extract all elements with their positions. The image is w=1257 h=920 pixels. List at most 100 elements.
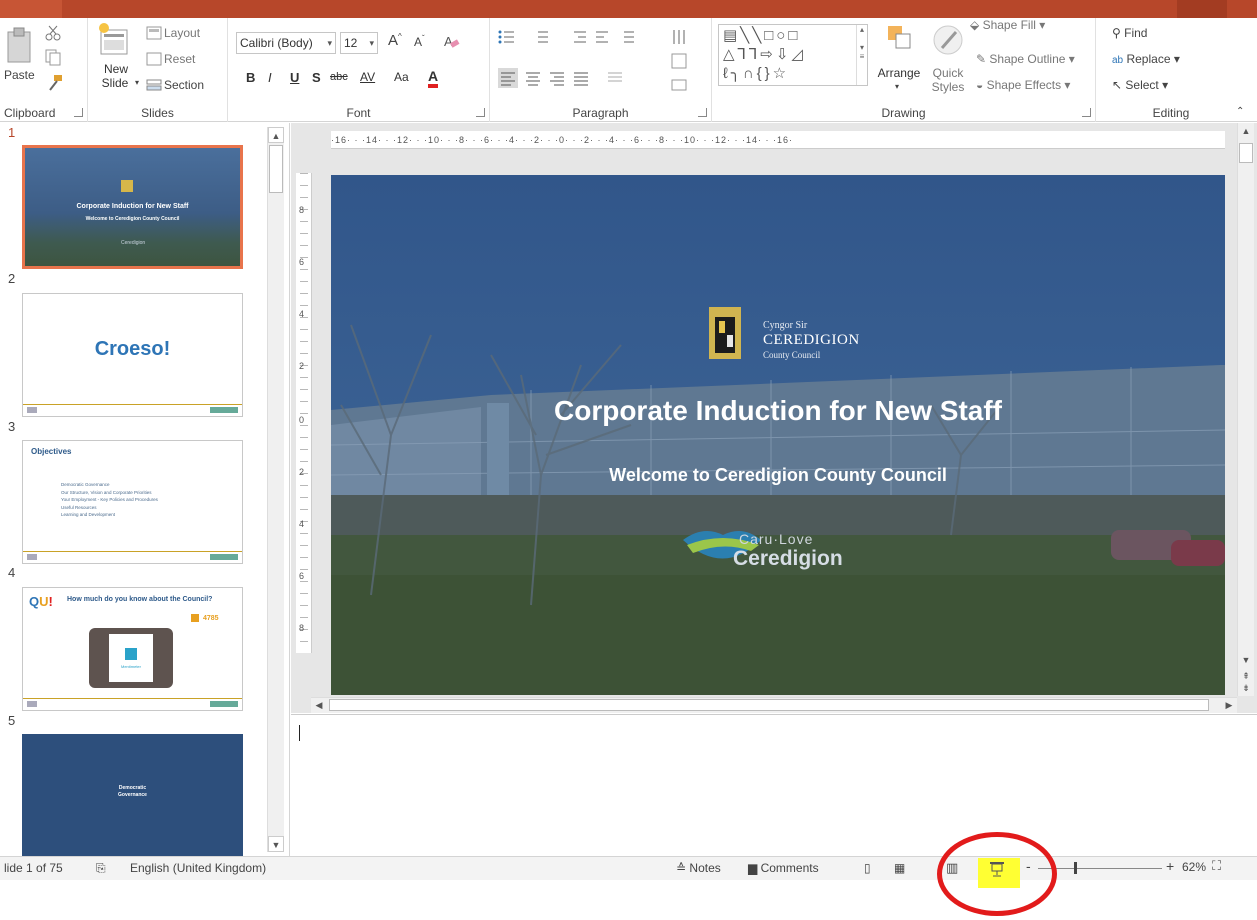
- file-tab[interactable]: [0, 0, 62, 18]
- slide-canvas[interactable]: Cyngor Sir CEREDIGION County Council Cor…: [331, 175, 1225, 695]
- grow-font-icon[interactable]: A^: [388, 32, 402, 49]
- scroll-down-icon[interactable]: ▼: [268, 836, 284, 852]
- brand-line-2: Ceredigion: [733, 547, 843, 570]
- zoom-level[interactable]: 62%: [1182, 860, 1206, 874]
- scroll-left-icon[interactable]: ◀: [311, 698, 327, 713]
- collapse-ribbon-icon[interactable]: ⌃: [1236, 106, 1244, 117]
- scroll-up-icon[interactable]: ▲: [268, 127, 284, 143]
- shape-effects-button[interactable]: ◒ Shape Effects ▾: [976, 78, 1070, 92]
- slide-sorter-icon[interactable]: ▦: [894, 861, 905, 875]
- align-text-icon[interactable]: [670, 76, 688, 94]
- find-button[interactable]: ⚲ Find: [1112, 26, 1147, 40]
- shapes-row-1[interactable]: ▤╲╲□○□: [723, 26, 800, 44]
- slide-thumbnail-2[interactable]: Croeso!: [22, 293, 243, 417]
- quick-styles-label[interactable]: Quick: [928, 66, 968, 80]
- char-spacing-button[interactable]: AV: [360, 70, 375, 84]
- horizontal-scroll-thumb[interactable]: [329, 699, 1209, 711]
- select-button[interactable]: ↖ Select ▾: [1112, 78, 1168, 92]
- shapes-row-3[interactable]: ℓ╮∩{}☆: [723, 64, 789, 82]
- slide-vertical-scrollbar[interactable]: ▲ ▼ ⇞ ⇟: [1237, 123, 1254, 696]
- format-painter-icon[interactable]: [46, 74, 64, 92]
- align-buttons-row[interactable]: [498, 68, 648, 88]
- notes-icon: ≙: [676, 861, 687, 875]
- logo-line-3: County Council: [763, 350, 821, 360]
- editing-group: ⚲ Find ab Replace ▾ ↖ Select ▾ Editing: [1096, 18, 1246, 122]
- section-button[interactable]: Section: [164, 78, 204, 92]
- section-icon[interactable]: [146, 78, 162, 92]
- new-slide-label-2[interactable]: Slide: [96, 76, 134, 90]
- user-account[interactable]: [1177, 0, 1227, 18]
- reset-icon[interactable]: [146, 52, 162, 66]
- font-name-dropdown[interactable]: Calibri (Body) ▾: [236, 32, 336, 54]
- clipboard-launcher-icon[interactable]: [74, 108, 83, 117]
- next-slide-icon[interactable]: ⇟: [1238, 683, 1254, 694]
- font-group-label: Font: [346, 106, 371, 120]
- strikethrough-button[interactable]: abc: [330, 71, 348, 83]
- reset-button[interactable]: Reset: [164, 52, 195, 66]
- zoom-slider-thumb[interactable]: [1074, 862, 1077, 874]
- thumb-4-app: Mentimeter: [120, 664, 141, 669]
- thumb-number-2: 2: [8, 271, 16, 286]
- bold-button[interactable]: B: [246, 70, 255, 85]
- shadow-button[interactable]: S: [312, 70, 321, 85]
- slide-thumbnail-1[interactable]: Corporate Induction for New Staff Welcom…: [22, 145, 243, 269]
- slide-edit-area: ·16· · ·14· · ·12· · ·10· · ·8· · ·6· · …: [291, 123, 1257, 713]
- new-slide-label[interactable]: New: [98, 62, 134, 76]
- slide-horizontal-scrollbar[interactable]: ◀ ▶: [311, 697, 1237, 713]
- list-buttons-row[interactable]: [498, 28, 698, 48]
- arrange-button[interactable]: Arrange: [872, 66, 926, 80]
- font-size-dropdown[interactable]: 12 ▾: [340, 32, 378, 54]
- normal-view-icon[interactable]: ▯: [864, 861, 871, 875]
- thumbnail-scroll-thumb[interactable]: [269, 145, 283, 193]
- quick-styles-icon[interactable]: [932, 24, 966, 58]
- ribbon: Paste Clipboard New Slide ▾ Layout Reset…: [0, 18, 1257, 122]
- shapes-gallery-scroll[interactable]: ▴ ▾ ≡: [856, 25, 867, 85]
- italic-button[interactable]: I: [268, 70, 272, 85]
- paste-icon[interactable]: [2, 26, 36, 66]
- comments-button[interactable]: ▆ Comments: [748, 861, 819, 875]
- thumbnail-scrollbar[interactable]: ▲ ▼: [267, 127, 284, 852]
- slide-thumbnail-5[interactable]: Democratic Governance: [22, 734, 243, 856]
- scroll-up-icon[interactable]: ▲: [1238, 123, 1254, 139]
- shapes-row-2[interactable]: △⅂⅂⇨⇩◿: [723, 45, 806, 63]
- shapes-gallery[interactable]: ▤╲╲□○□ △⅂⅂⇨⇩◿ ℓ╮∩{}☆ ▴ ▾ ≡: [718, 24, 868, 86]
- notes-pane[interactable]: [291, 714, 1257, 856]
- text-direction-icon[interactable]: [670, 52, 688, 70]
- slide-thumbnail-4[interactable]: QU! How much do you know about the Counc…: [22, 587, 243, 711]
- slide-subtitle[interactable]: Welcome to Ceredigion County Council: [331, 465, 1225, 486]
- fit-slide-icon[interactable]: ⛶: [1212, 858, 1221, 874]
- cut-icon[interactable]: [44, 24, 62, 42]
- font-launcher-icon[interactable]: [476, 108, 485, 117]
- scroll-down-icon[interactable]: ▼: [1238, 652, 1254, 668]
- quick-styles-label-2[interactable]: Styles: [928, 80, 968, 94]
- arrange-icon[interactable]: [886, 24, 914, 54]
- scroll-right-icon[interactable]: ▶: [1221, 698, 1237, 713]
- text-caret: [299, 725, 300, 741]
- change-case-button[interactable]: Aa: [394, 70, 409, 84]
- paragraph-launcher-icon[interactable]: [698, 108, 707, 117]
- shape-outline-button[interactable]: ✎ Shape Outline ▾: [976, 52, 1075, 66]
- copy-icon[interactable]: [44, 48, 62, 66]
- previous-slide-icon[interactable]: ⇞: [1238, 671, 1254, 682]
- slide-scroll-thumb[interactable]: [1239, 143, 1253, 163]
- clear-formatting-icon[interactable]: A: [442, 32, 460, 50]
- language-indicator[interactable]: English (United Kingdom): [130, 861, 266, 875]
- svg-text:A: A: [444, 34, 453, 49]
- font-color-button[interactable]: A: [428, 68, 439, 88]
- drawing-launcher-icon[interactable]: [1082, 108, 1091, 117]
- slide-title[interactable]: Corporate Induction for New Staff: [331, 395, 1225, 427]
- layout-button[interactable]: Layout: [164, 26, 200, 40]
- notes-button[interactable]: ≙ Notes: [676, 861, 721, 875]
- shape-fill-button[interactable]: ⬙ Shape Fill ▾: [970, 18, 1045, 32]
- shrink-font-icon[interactable]: Aˇ: [414, 34, 425, 49]
- replace-button[interactable]: ab Replace ▾: [1112, 52, 1180, 66]
- underline-button[interactable]: U: [290, 70, 299, 85]
- layout-icon[interactable]: [146, 26, 162, 40]
- paste-label[interactable]: Paste: [4, 68, 35, 82]
- thumb-2-logo-icon: [27, 407, 37, 413]
- thumb-1-footer: Ceredigion: [121, 240, 146, 246]
- new-slide-icon[interactable]: [98, 22, 130, 58]
- slide-thumbnail-3[interactable]: Objectives Democratic Governance Our Str…: [22, 440, 243, 564]
- spellcheck-icon[interactable]: ⎘: [96, 861, 106, 876]
- zoom-in-icon[interactable]: +: [1166, 858, 1174, 874]
